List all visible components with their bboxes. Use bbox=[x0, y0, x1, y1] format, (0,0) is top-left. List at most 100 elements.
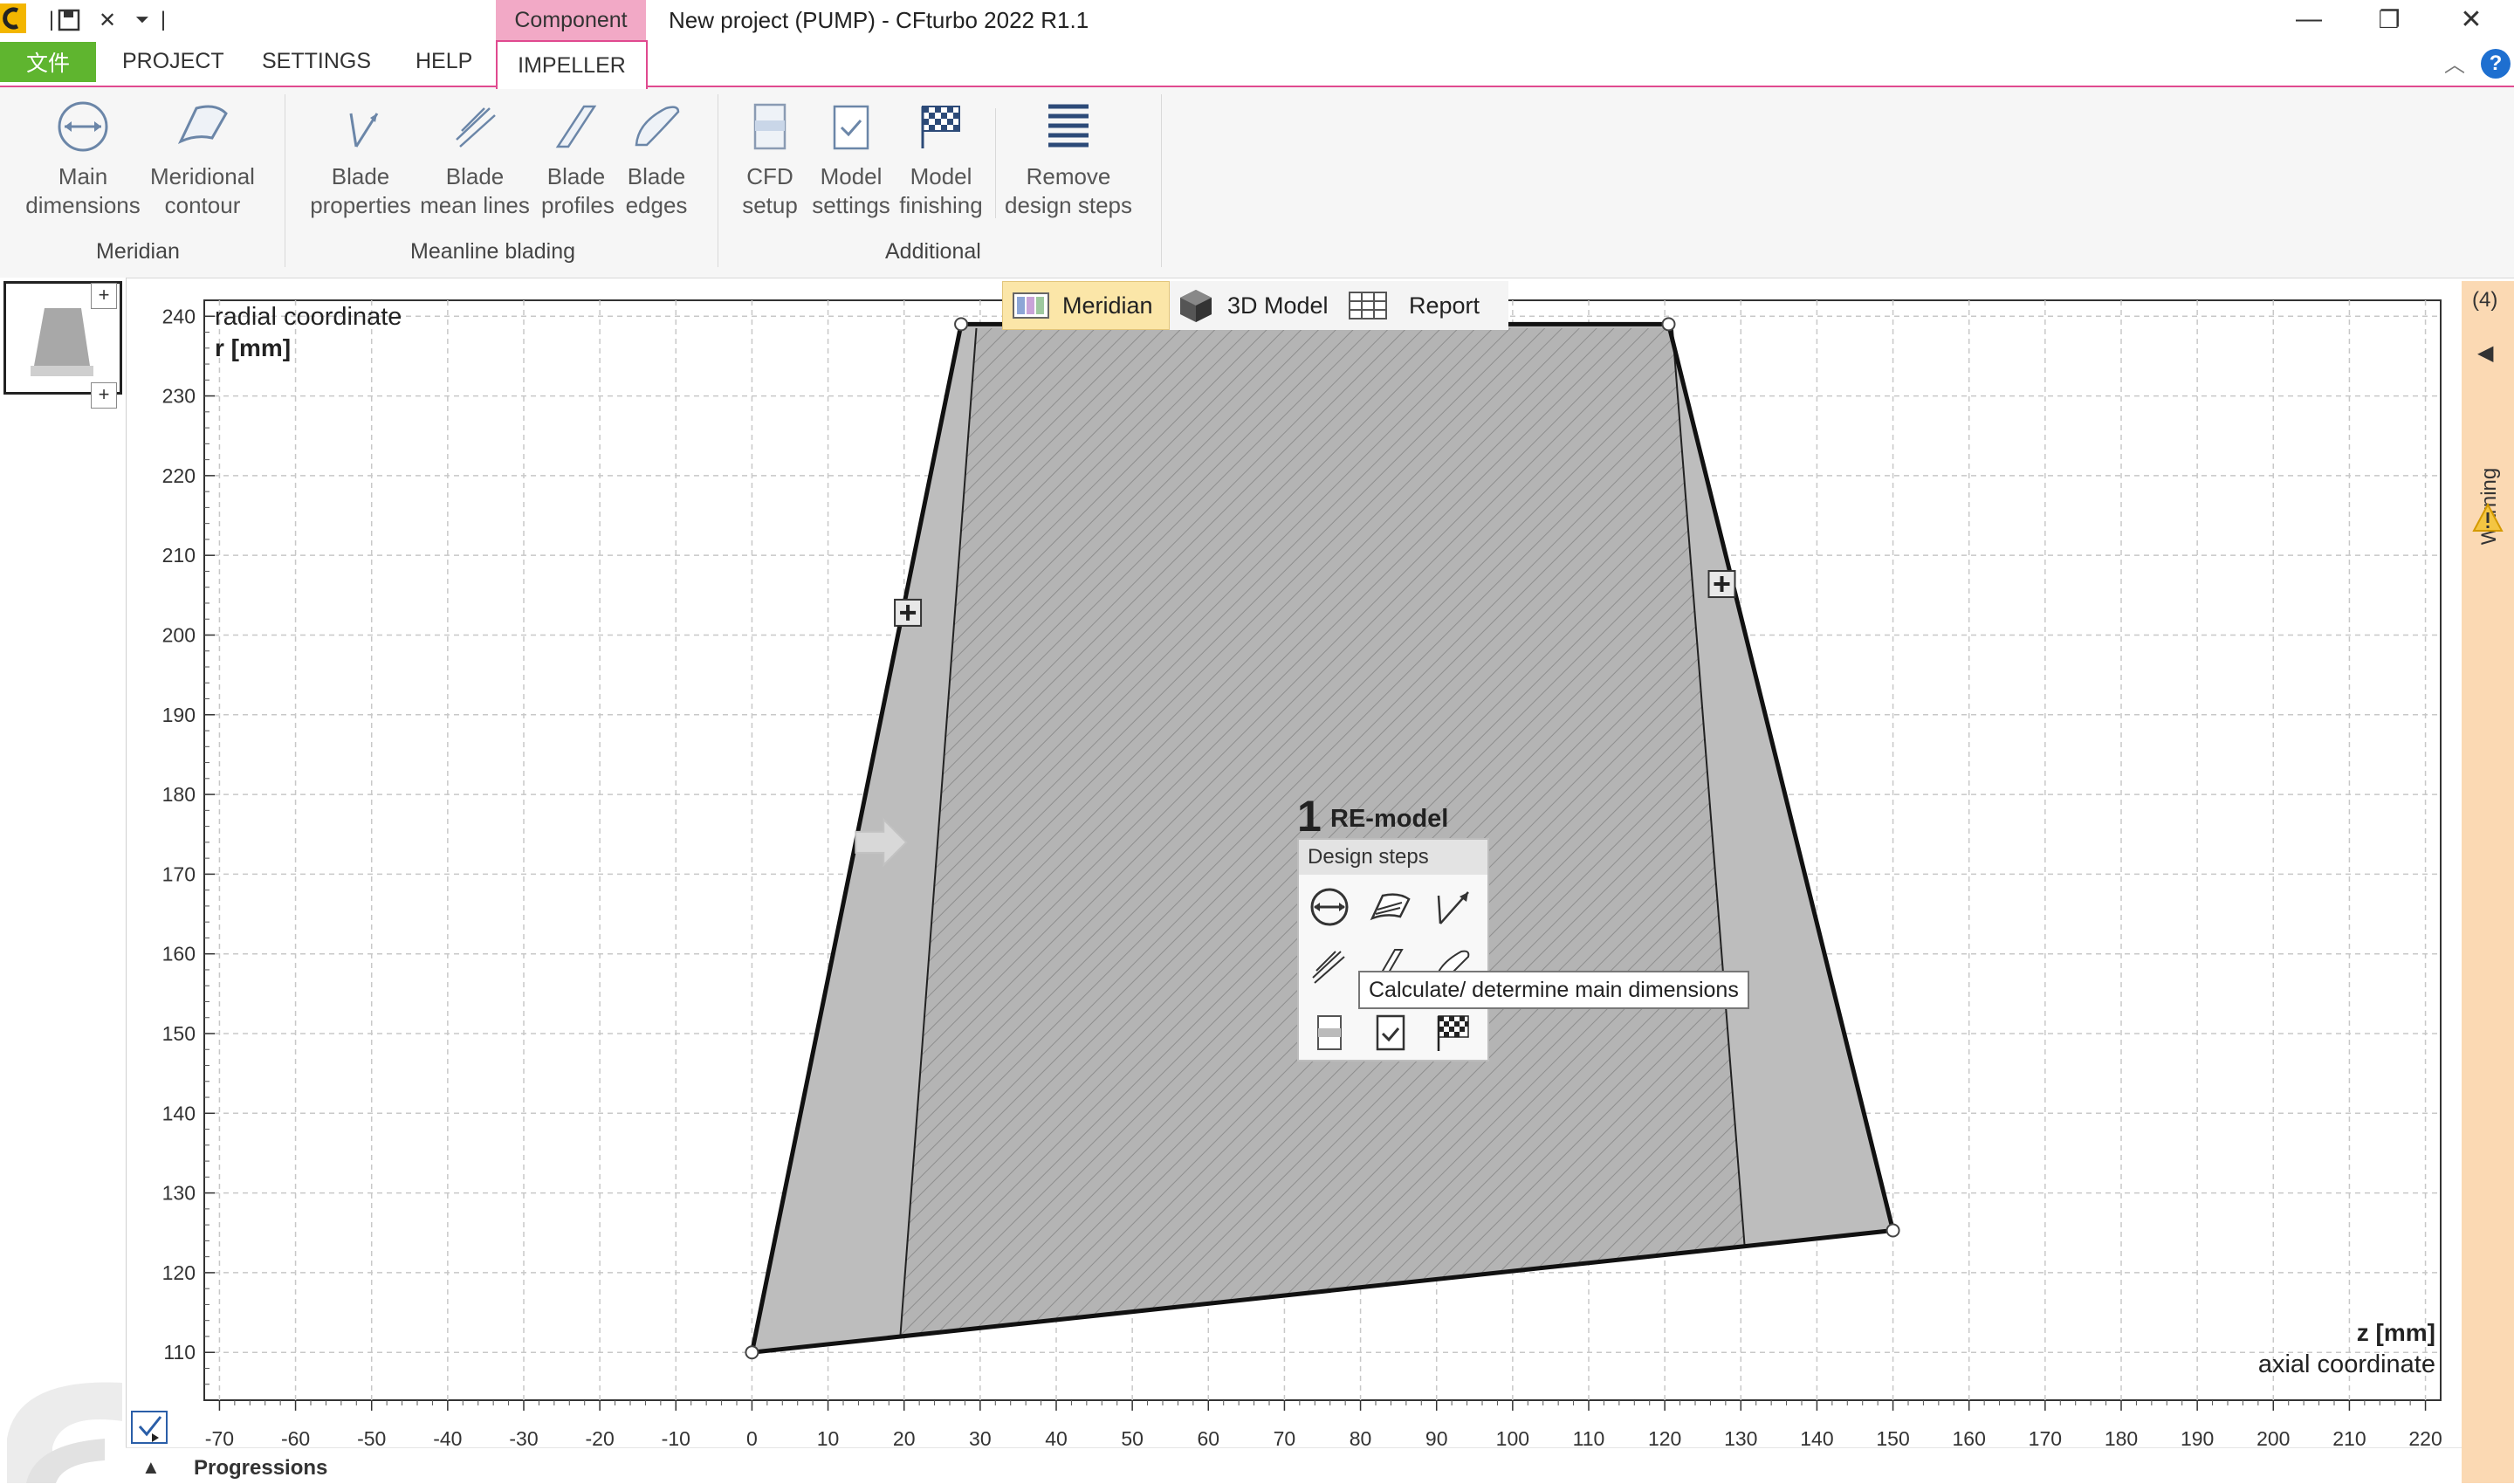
meridional-contour-icon bbox=[177, 105, 228, 145]
cfturbo-watermark-icon bbox=[7, 1382, 122, 1483]
x-tick-label: 0 bbox=[746, 1427, 758, 1447]
y-tick-label: 220 bbox=[162, 464, 196, 487]
menu-help[interactable]: HELP bbox=[416, 49, 472, 74]
edit-contour-icon bbox=[894, 598, 923, 627]
x-tick-label: 210 bbox=[2332, 1427, 2366, 1447]
x-tick-label: -40 bbox=[433, 1427, 462, 1447]
x-tick-label: 90 bbox=[1425, 1427, 1448, 1447]
model-finishing-icon[interactable] bbox=[1428, 1009, 1475, 1056]
component-panel bbox=[0, 278, 127, 1483]
x-tick-label: 190 bbox=[2181, 1427, 2214, 1447]
view-switcher: Meridian 3D Model Report bbox=[1002, 281, 1508, 330]
meridional-contour-button[interactable]: Meridional contour bbox=[141, 96, 264, 220]
cfd-setup-icon[interactable] bbox=[1306, 1009, 1353, 1056]
y-tick-label: 110 bbox=[163, 1341, 196, 1364]
add-component-after-icon[interactable]: + bbox=[91, 382, 117, 409]
x-tick-label: 220 bbox=[2408, 1427, 2442, 1447]
x-tick-label: 160 bbox=[1953, 1427, 1986, 1447]
model-finishing-icon bbox=[921, 106, 960, 148]
collapse-ribbon-icon[interactable]: ︿ bbox=[2444, 47, 2465, 78]
y-tick-label: 210 bbox=[162, 544, 196, 567]
x-tick-label: -10 bbox=[662, 1427, 690, 1447]
x-tick-label: 130 bbox=[1724, 1427, 1757, 1447]
design-steps-header: Design steps bbox=[1299, 840, 1487, 875]
x-tick-label: 120 bbox=[1648, 1427, 1681, 1447]
model-settings-button[interactable]: Model settings bbox=[812, 96, 890, 220]
y-tick-label: 230 bbox=[162, 385, 196, 408]
group-label-additional: Additional bbox=[885, 239, 981, 264]
menu-bar bbox=[0, 40, 2514, 87]
minimize-icon[interactable]: — bbox=[2270, 2, 2348, 37]
blade-mean-lines-button[interactable]: Blade mean lines bbox=[419, 96, 531, 220]
close-icon[interactable]: ✕ bbox=[2432, 2, 2511, 37]
x-tick-label: -30 bbox=[509, 1427, 538, 1447]
x-tick-label: 70 bbox=[1274, 1427, 1296, 1447]
title-bar bbox=[0, 0, 2514, 40]
x-tick-label: 30 bbox=[969, 1427, 992, 1447]
add-component-before-icon[interactable]: + bbox=[91, 283, 117, 309]
help-icon[interactable]: ? bbox=[2481, 49, 2511, 79]
progressions-bar bbox=[126, 1447, 2462, 1484]
tab-impeller[interactable]: IMPELLER bbox=[496, 40, 648, 89]
expand-warning-icon[interactable]: ◀ bbox=[2477, 340, 2493, 366]
model-settings-icon[interactable] bbox=[1367, 1009, 1414, 1056]
x-tick-label: 40 bbox=[1045, 1427, 1068, 1447]
blade-properties-button[interactable]: Blade properties bbox=[302, 96, 419, 220]
y-tick-label: 200 bbox=[162, 623, 196, 646]
group-separator bbox=[1161, 94, 1162, 267]
x-tick-label: -60 bbox=[281, 1427, 310, 1447]
blade-properties-icon[interactable] bbox=[1428, 883, 1475, 931]
cfd-setup-icon bbox=[753, 103, 786, 150]
separator-icon: | bbox=[160, 8, 167, 31]
y-tick-label: 180 bbox=[162, 783, 196, 806]
y-axis-title: radial coordinate bbox=[215, 303, 402, 331]
main-dimensions-tooltip: Calculate/ determine main dimensions bbox=[1358, 971, 1749, 1009]
cfd-setup-button[interactable]: CFD setup bbox=[738, 96, 801, 220]
group-label-meridian: Meridian bbox=[96, 239, 180, 264]
control-point bbox=[745, 1345, 759, 1360]
x-tick-label: 200 bbox=[2256, 1427, 2290, 1447]
blade-properties-icon bbox=[349, 113, 379, 148]
expand-progressions-icon[interactable]: ▲ bbox=[141, 1456, 161, 1479]
view-report-button[interactable]: Report bbox=[1348, 281, 1480, 330]
component-context-tab: Component bbox=[496, 0, 646, 40]
cube-icon bbox=[1180, 290, 1212, 322]
blade-profiles-button[interactable]: Blade profiles bbox=[541, 96, 615, 220]
app-logo-icon[interactable] bbox=[0, 3, 26, 33]
menu-project[interactable]: PROJECT bbox=[122, 49, 224, 74]
design-step-number: 1 bbox=[1297, 792, 1322, 841]
view-3d-model-button[interactable]: 3D Model bbox=[1177, 281, 1329, 330]
view-meridian-button[interactable]: Meridian bbox=[1002, 281, 1170, 330]
x-tick-label: 60 bbox=[1197, 1427, 1219, 1447]
remove-design-steps-button[interactable]: Remove design steps bbox=[1000, 96, 1137, 220]
main-dimensions-icon[interactable] bbox=[1306, 883, 1353, 931]
menu-settings[interactable]: SETTINGS bbox=[262, 49, 371, 74]
x-tick-label: 100 bbox=[1496, 1427, 1529, 1447]
control-point bbox=[954, 317, 969, 332]
save-icon[interactable] bbox=[56, 7, 82, 33]
x-tick-label: 110 bbox=[1573, 1427, 1605, 1447]
model-finishing-button[interactable]: Model finishing bbox=[899, 96, 983, 220]
y-tick-label: 120 bbox=[162, 1261, 196, 1284]
remove-design-steps-icon bbox=[1048, 104, 1089, 148]
main-dimensions-button[interactable]: Main dimensions bbox=[17, 96, 148, 220]
blade-edges-icon bbox=[635, 106, 680, 147]
restore-icon[interactable]: ❐ bbox=[2350, 2, 2428, 37]
model-name-label: RE-model bbox=[1330, 805, 1449, 833]
warning-panel[interactable] bbox=[2462, 281, 2514, 1483]
progressions-label[interactable]: Progressions bbox=[194, 1456, 327, 1481]
meridian-chart[interactable]: 1101201301401501601701801902002102202302… bbox=[126, 278, 2462, 1447]
y-axis-unit: r [mm] bbox=[215, 334, 291, 361]
blade-mean-lines-icon[interactable] bbox=[1306, 943, 1353, 990]
x-tick-label: -70 bbox=[205, 1427, 234, 1447]
y-tick-label: 140 bbox=[162, 1102, 196, 1124]
x-tick-label: 50 bbox=[1121, 1427, 1144, 1447]
x-tick-label: 10 bbox=[817, 1427, 840, 1447]
x-tick-label: 170 bbox=[2029, 1427, 2062, 1447]
meridional-contour-icon[interactable] bbox=[1367, 883, 1414, 931]
x-axis-unit: z [mm] bbox=[2357, 1319, 2435, 1346]
close-doc-icon[interactable]: ✕ bbox=[94, 7, 120, 33]
blade-edges-button[interactable]: Blade edges bbox=[622, 96, 691, 220]
file-menu-button[interactable]: 文件 bbox=[0, 42, 96, 82]
progression-check-icon[interactable] bbox=[131, 1411, 168, 1444]
